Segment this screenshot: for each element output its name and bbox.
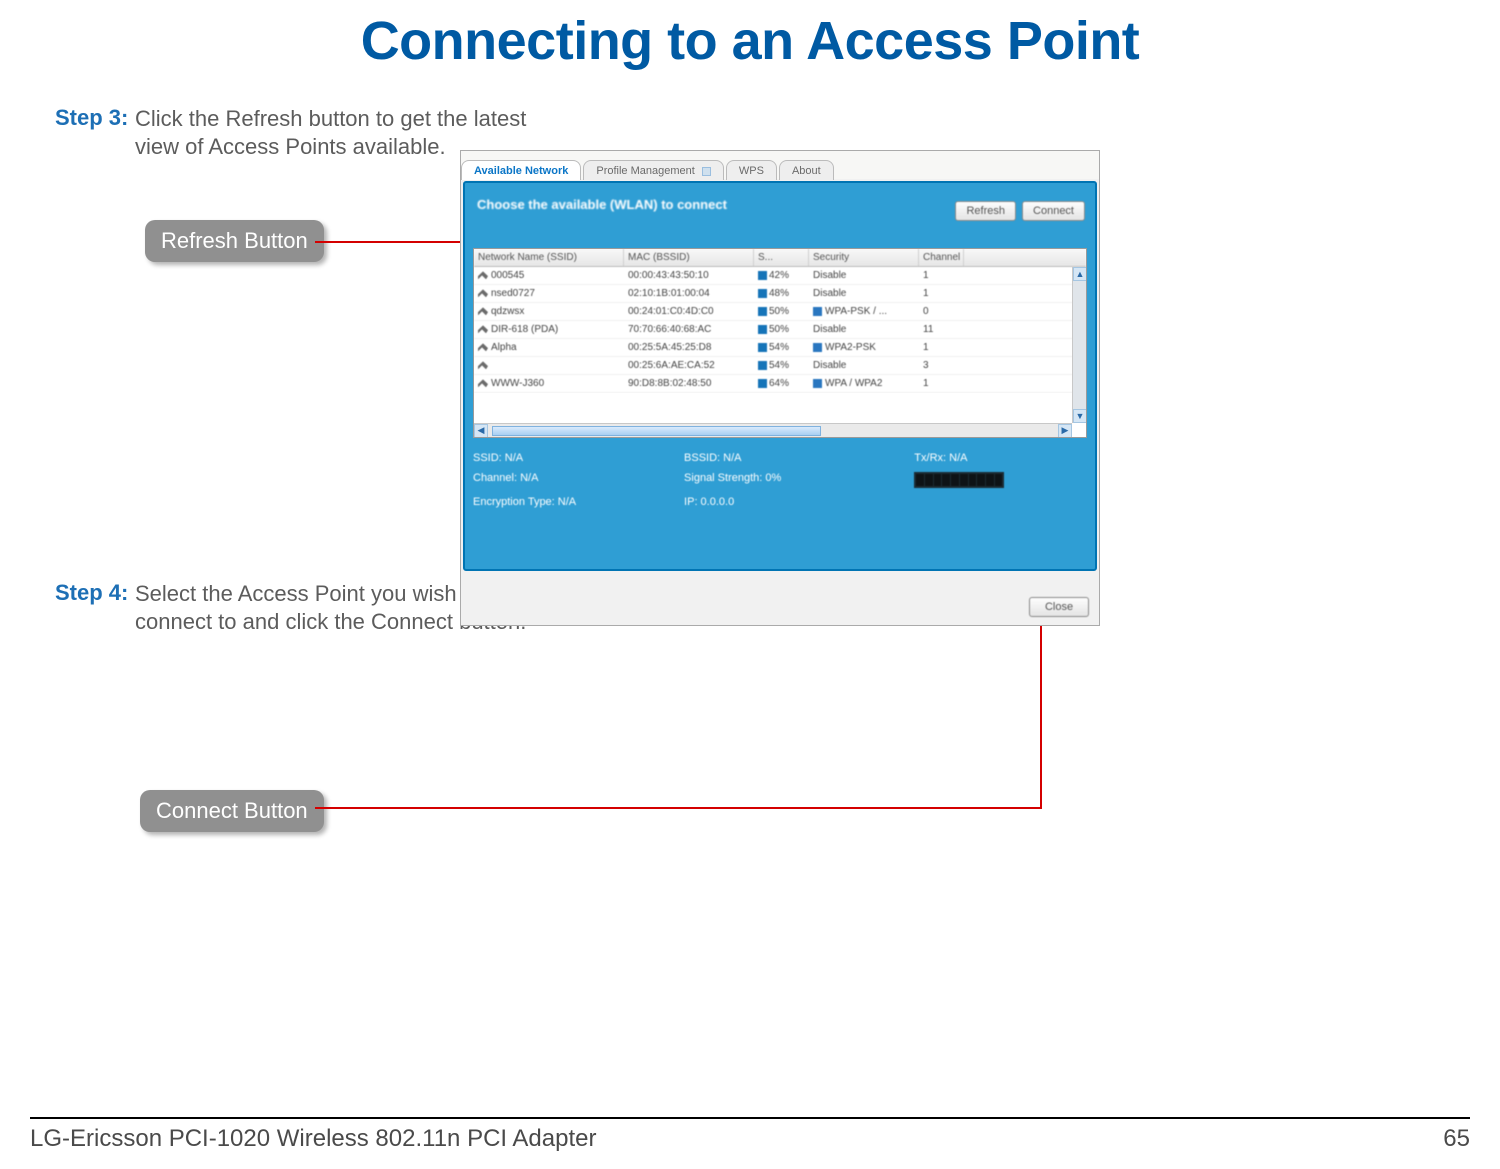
lock-icon <box>813 343 822 352</box>
tab-profile-label: Profile Management <box>596 165 694 177</box>
table-row[interactable]: qdzwsx00:24:01:C0:4D:C050%WPA-PSK / ...0 <box>474 303 1086 321</box>
connect-button[interactable]: Connect <box>1022 201 1085 221</box>
status-strength-label: Signal Strength: 0% <box>684 472 781 484</box>
col-security[interactable]: Security <box>809 249 919 266</box>
scroll-right-icon[interactable]: ▶ <box>1058 424 1072 438</box>
wifi-icon <box>478 379 488 387</box>
status-ip: IP: 0.0.0.0 <box>684 496 914 508</box>
footer-page: 65 <box>1443 1125 1470 1153</box>
wifi-icon <box>478 307 488 315</box>
table-row[interactable]: Alpha00:25:5A:45:25:D854%WPA2-PSK1 <box>474 339 1086 357</box>
signal-icon <box>758 361 767 370</box>
lock-icon <box>813 379 822 388</box>
tab-available[interactable]: Available Network <box>461 160 581 180</box>
status-ssid: SSID: N/A <box>473 452 684 464</box>
network-list-header: Network Name (SSID) MAC (BSSID) S... Sec… <box>474 249 1086 267</box>
network-list: Network Name (SSID) MAC (BSSID) S... Sec… <box>473 248 1087 438</box>
status-bssid: BSSID: N/A <box>684 452 914 464</box>
network-list-body: 00054500:00:43:43:50:1042%Disable1nsed07… <box>474 267 1086 393</box>
refresh-button[interactable]: Refresh <box>955 201 1016 221</box>
step3-label: Step 3: <box>55 105 135 160</box>
scroll-left-icon[interactable]: ◀ <box>474 424 488 438</box>
signal-icon <box>758 343 767 352</box>
table-row[interactable]: 00054500:00:43:43:50:1042%Disable1 <box>474 267 1086 285</box>
wifi-icon <box>478 361 488 369</box>
scroll-down-icon[interactable]: ▼ <box>1073 409 1087 423</box>
table-row[interactable]: 00:25:6A:AE:CA:5254%Disable3 <box>474 357 1086 375</box>
table-row[interactable]: DIR-618 (PDA)70:70:66:40:68:AC50%Disable… <box>474 321 1086 339</box>
status-enc: Encryption Type: N/A <box>473 496 684 508</box>
signal-icon <box>758 289 767 298</box>
callout-refresh: Refresh Button <box>145 220 324 262</box>
signal-bars-icon <box>914 472 1004 488</box>
wifi-icon <box>478 289 488 297</box>
signal-icon <box>758 307 767 316</box>
status-channel: Channel: N/A <box>473 472 684 488</box>
table-row[interactable]: WWW-J36090:D8:8B:02:48:5064%WPA / WPA21 <box>474 375 1086 393</box>
footer: LG-Ericsson PCI-1020 Wireless 802.11n PC… <box>30 1117 1470 1153</box>
lock-icon <box>813 307 822 316</box>
wifi-icon <box>478 271 488 279</box>
scroll-thumb[interactable] <box>492 426 821 436</box>
status-strength: Signal Strength: 0% <box>684 472 914 488</box>
signal-icon <box>758 379 767 388</box>
wifi-icon <box>478 325 488 333</box>
action-buttons: Refresh Connect <box>955 201 1085 221</box>
page-title: Connecting to an Access Point <box>0 10 1500 72</box>
signal-icon <box>758 271 767 280</box>
chevron-down-icon[interactable] <box>702 167 711 176</box>
signal-icon <box>758 325 767 334</box>
tab-about[interactable]: About <box>779 160 834 180</box>
vertical-scrollbar[interactable]: ▲ ▼ <box>1072 267 1086 423</box>
close-button[interactable]: Close <box>1029 597 1089 617</box>
tab-bar: Available Network Profile Management WPS… <box>461 151 1099 179</box>
scroll-up-icon[interactable]: ▲ <box>1073 267 1087 281</box>
footer-product: LG-Ericsson PCI-1020 Wireless 802.11n PC… <box>30 1125 596 1153</box>
wifi-utility-window: Available Network Profile Management WPS… <box>460 150 1100 626</box>
col-signal[interactable]: S... <box>754 249 809 266</box>
col-channel[interactable]: Channel <box>919 249 964 266</box>
step4-label: Step 4: <box>55 580 135 635</box>
status-area: SSID: N/A BSSID: N/A Tx/Rx: N/A Channel:… <box>473 452 1087 508</box>
tab-wps[interactable]: WPS <box>726 160 777 180</box>
col-ssid[interactable]: Network Name (SSID) <box>474 249 624 266</box>
available-networks-panel: Choose the available (WLAN) to connect R… <box>463 181 1097 571</box>
status-txrx: Tx/Rx: N/A <box>914 452 1087 464</box>
table-row[interactable]: nsed072702:10:1B:01:00:0448%Disable1 <box>474 285 1086 303</box>
tab-profile[interactable]: Profile Management <box>583 160 724 180</box>
col-mac[interactable]: MAC (BSSID) <box>624 249 754 266</box>
callout-connect: Connect Button <box>140 790 324 832</box>
horizontal-scrollbar[interactable]: ◀ ▶ <box>474 423 1072 437</box>
wifi-icon <box>478 343 488 351</box>
